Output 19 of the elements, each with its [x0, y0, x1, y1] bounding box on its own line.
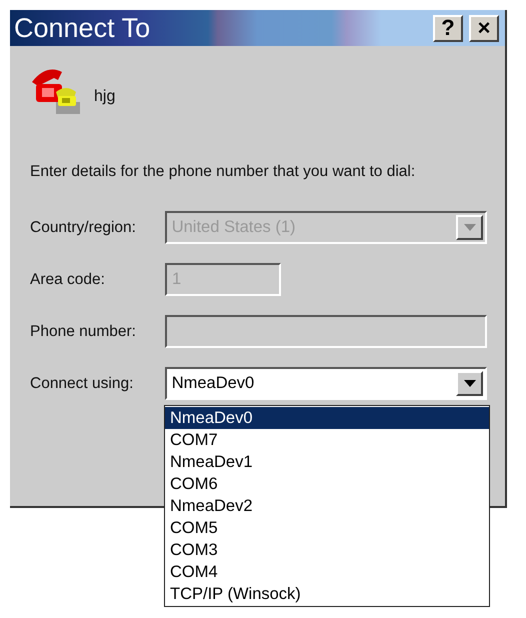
dropdown-option[interactable]: COM6 — [165, 473, 489, 495]
help-button[interactable]: ? — [433, 14, 463, 42]
dropdown-option[interactable]: NmeaDev2 — [165, 495, 489, 517]
window-title: Connect To — [14, 14, 152, 42]
close-button[interactable]: × — [469, 14, 499, 42]
dropdown-option[interactable]: NmeaDev0 — [165, 407, 489, 429]
dropdown-option[interactable]: NmeaDev1 — [165, 451, 489, 473]
dropdown-option[interactable]: COM4 — [165, 561, 489, 583]
connection-name: hjg — [94, 87, 116, 107]
combo-box[interactable]: NmeaDev0 — [164, 367, 487, 400]
dropdown-option[interactable]: COM7 — [165, 429, 489, 451]
field-label: Area code: — [30, 270, 106, 290]
instructions-text: Enter details for the phone number that you want to dial: — [29, 162, 416, 182]
field-label: Phone number: — [30, 322, 137, 342]
field-label: Connect using: — [30, 374, 134, 394]
field-label: Country/region: — [30, 218, 137, 238]
dropdown-option[interactable]: TCP/IP (Winsock) — [165, 583, 489, 605]
dropdown-option[interactable]: COM3 — [165, 539, 489, 561]
dropdown-option[interactable]: COM5 — [165, 517, 489, 539]
